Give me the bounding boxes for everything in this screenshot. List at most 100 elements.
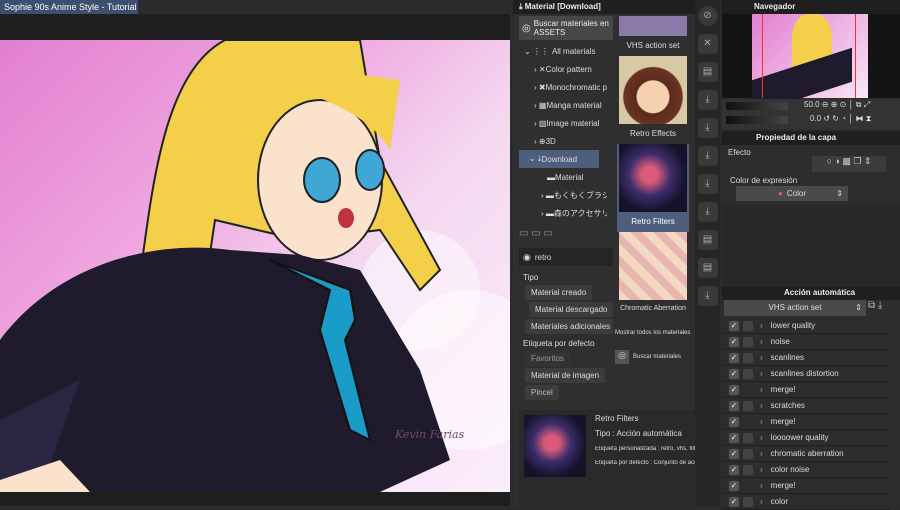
action-row[interactable]: ✓ › chromatic aberration [724, 446, 890, 462]
chip-favorites[interactable]: Favoritos [525, 351, 570, 366]
dialog-toggle[interactable] [743, 448, 753, 459]
dialog-toggle[interactable] [743, 352, 753, 363]
chevron-right-icon[interactable]: › [760, 497, 763, 506]
pattern-icon[interactable]: ✕ [697, 34, 718, 54]
material-search-input[interactable]: ◉ retro [519, 248, 613, 266]
dialog-toggle[interactable] [743, 481, 753, 491]
action-row[interactable]: ✓ › color noise [724, 462, 890, 478]
artwork [0, 40, 510, 492]
dialog-toggle[interactable] [743, 464, 753, 475]
chevron-right-icon[interactable]: › [760, 481, 763, 490]
dialog-toggle[interactable] [743, 320, 753, 331]
action-set-select[interactable]: VHS action set ⇕ [724, 300, 866, 316]
folder-icon[interactable]: ▤ [697, 258, 718, 278]
enable-checkbox[interactable]: ✓ [729, 432, 739, 443]
folder-icon[interactable]: ▤ [697, 230, 718, 250]
dialog-toggle[interactable] [743, 417, 753, 427]
search-icon[interactable]: ⊘ [697, 6, 718, 26]
thumb-retro-filters-selected[interactable]: Retro Filters [617, 144, 689, 232]
enable-checkbox[interactable]: ✓ [729, 464, 739, 475]
action-row[interactable]: ✓ › noise [724, 334, 890, 350]
chip-brush[interactable]: Pincel [525, 385, 559, 400]
dialog-toggle[interactable] [743, 400, 753, 411]
chip-created[interactable]: Material creado [525, 285, 593, 300]
zoom-slider[interactable] [726, 102, 788, 110]
action-row[interactable]: ✓ › scratches [724, 398, 890, 414]
enable-checkbox[interactable]: ✓ [729, 496, 739, 507]
tree-item-3d[interactable]: › ⊕ 3D [519, 132, 607, 150]
tree-item-image[interactable]: › ▨ Image material [519, 114, 607, 132]
dialog-toggle[interactable] [743, 432, 753, 443]
chip-additional[interactable]: Materiales adicionales [525, 319, 613, 334]
download-folder-icon[interactable]: ⤓ [697, 146, 718, 166]
tree-item-monochromatic[interactable]: › ✖ Monochromatic pattern [519, 78, 607, 96]
download-folder-icon[interactable]: ⤓ [697, 118, 718, 138]
tree-item-all-materials[interactable]: ⌄ ⋮⋮ All materials [519, 42, 607, 60]
rotation-slider[interactable] [726, 116, 788, 124]
chevron-right-icon[interactable]: › [760, 401, 763, 410]
download-folder-icon[interactable]: ⤓ [697, 202, 718, 222]
enable-checkbox[interactable]: ✓ [729, 352, 739, 363]
dialog-toggle[interactable] [743, 496, 753, 507]
enable-checkbox[interactable]: ✓ [729, 416, 739, 427]
action-row[interactable]: ✓ › merge! [724, 382, 890, 398]
chevron-right-icon[interactable]: › [760, 433, 763, 442]
document-tab[interactable]: Sophie 90s Anime Style - Tutorial [0, 0, 138, 14]
navigator-view-frame[interactable] [762, 14, 856, 98]
tree-item-folder[interactable]: › ▬ もくもくブラシ [519, 186, 607, 204]
default-tag-label: Etiqueta por defecto [523, 339, 595, 348]
action-row[interactable]: ✓ › scanlines [724, 350, 890, 366]
dialog-toggle[interactable] [743, 368, 753, 379]
enable-checkbox[interactable]: ✓ [729, 320, 739, 331]
action-row[interactable]: ✓ › color [724, 494, 890, 510]
thumb-vhs-action-set[interactable] [619, 16, 687, 36]
show-all-materials-link[interactable]: Mostrar todos los materiales [615, 320, 691, 336]
chevron-right-icon[interactable]: › [760, 449, 763, 458]
search-assets-button[interactable]: ◎ Buscar materiales en ASSETS [519, 16, 613, 40]
chevron-right-icon[interactable]: › [760, 385, 763, 394]
enable-checkbox[interactable]: ✓ [729, 480, 739, 491]
thumb-retro-effects[interactable] [619, 56, 687, 124]
chip-downloaded[interactable]: Material descargado [529, 302, 613, 317]
action-row[interactable]: ✓ › loooower quality [724, 430, 890, 446]
chevron-right-icon[interactable]: › [760, 417, 763, 426]
chevron-right-icon[interactable]: › [760, 465, 763, 474]
action-row[interactable]: ✓ › scanlines distortion [724, 366, 890, 382]
chevron-right-icon[interactable]: › [760, 369, 763, 378]
tree-item-folder[interactable]: › ▬ 森のアクセサリー [519, 204, 607, 222]
enable-checkbox[interactable]: ✓ [729, 448, 739, 459]
action-label: lower quality [770, 321, 816, 330]
enable-checkbox[interactable]: ✓ [729, 384, 739, 395]
tree-item-material-folder[interactable]: ▬ Material [519, 168, 607, 186]
action-list: ✓ › lower quality ✓ › noise ✓ › scanlines ✓ › scanl… [724, 318, 890, 510]
download-folder-icon[interactable]: ⤓ [697, 286, 718, 306]
action-row[interactable]: ✓ › merge! [724, 478, 890, 494]
dialog-toggle[interactable] [743, 336, 753, 347]
action-row[interactable]: ✓ › lower quality [724, 318, 890, 334]
download-folder-icon[interactable]: ⤓ [697, 90, 718, 110]
expression-color-select[interactable]: ● Color ⇕ [736, 186, 848, 201]
tree-item-color-pattern[interactable]: › ✕ Color pattern [519, 60, 607, 78]
tree-item-manga[interactable]: › ▦ Manga material [519, 96, 607, 114]
action-set-buttons[interactable]: ⧉ ⤓ [868, 300, 882, 311]
enable-checkbox[interactable]: ✓ [729, 368, 739, 379]
download-folder-icon[interactable]: ⤓ [697, 174, 718, 194]
chevron-right-icon[interactable]: › [760, 321, 763, 330]
search-materials-button[interactable]: ◎ Buscar materiales [615, 350, 691, 364]
assets-logo-icon: ◎ [615, 350, 629, 364]
chevron-right-icon[interactable]: › [760, 337, 763, 346]
thumb-label: VHS action set [626, 41, 680, 50]
effect-buttons[interactable]: ○ ◑ ▩ ❐ ⇕ [812, 156, 886, 172]
tree-item-download[interactable]: ⌄ ⤓ Download [519, 150, 599, 168]
canvas[interactable]: Kevin Farias [0, 40, 510, 492]
enable-checkbox[interactable]: ✓ [729, 336, 739, 347]
action-row[interactable]: ✓ › merge! [724, 414, 890, 430]
chevron-right-icon[interactable]: › [760, 353, 763, 362]
thumb-chromatic-aberration[interactable] [619, 232, 687, 300]
folder-icon[interactable]: ▤ [697, 62, 718, 82]
navigator-preview[interactable] [722, 14, 900, 115]
chip-image-material[interactable]: Material de imagen [525, 368, 606, 383]
dialog-toggle[interactable] [743, 385, 753, 395]
folder-actions[interactable]: ▭ ▭ ▭ [519, 228, 553, 239]
enable-checkbox[interactable]: ✓ [729, 400, 739, 411]
